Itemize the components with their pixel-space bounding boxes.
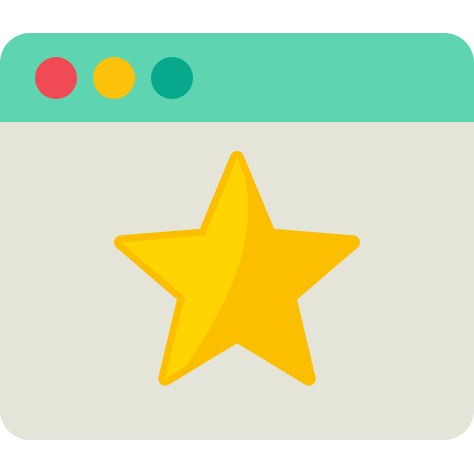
star-icon: [114, 151, 360, 386]
favorites-window-illustration: [0, 0, 474, 474]
